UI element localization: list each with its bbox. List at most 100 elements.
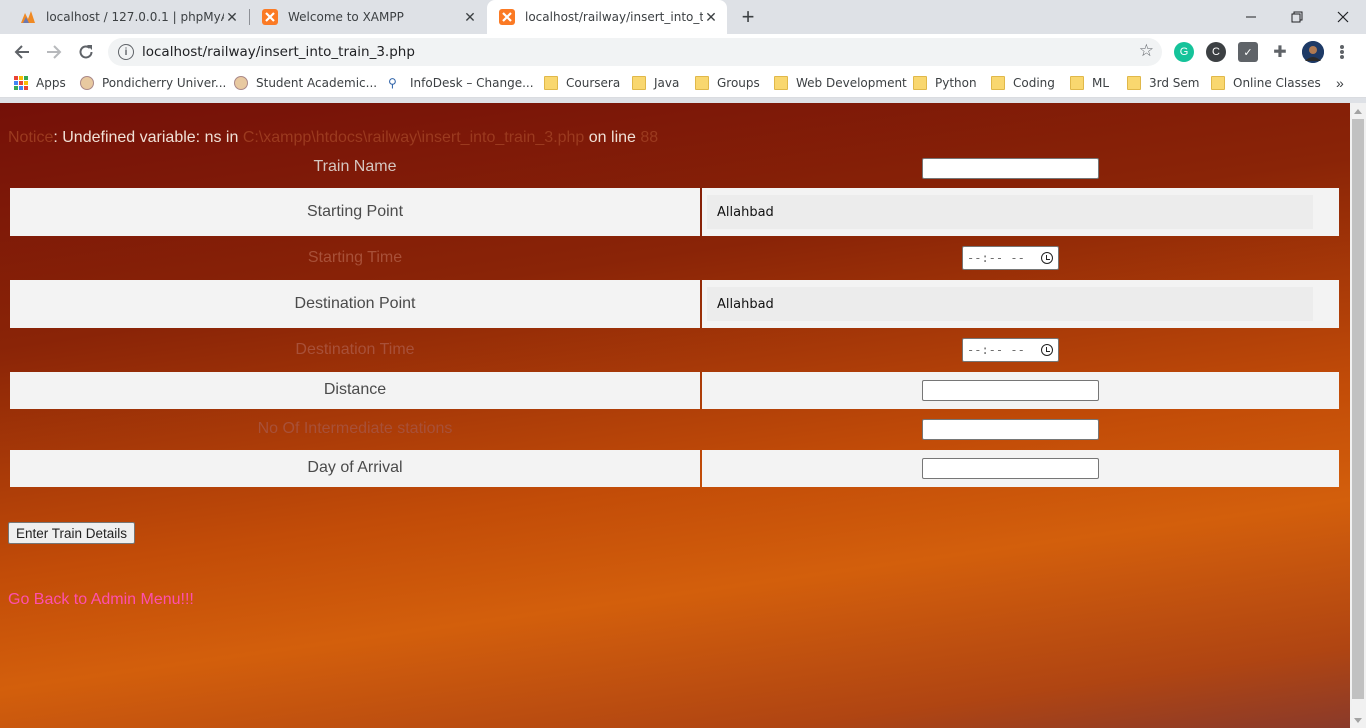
- bookmark-label: Pondicherry Univer...: [102, 76, 227, 90]
- form-row-starting-time: Starting Time: [10, 239, 1339, 279]
- tab-xampp[interactable]: Welcome to XAMPP ✕: [250, 0, 486, 34]
- bookmark-apps[interactable]: Apps: [14, 76, 66, 90]
- site-info-icon[interactable]: i: [118, 44, 134, 60]
- window-close-icon[interactable]: [1320, 0, 1366, 34]
- intermediate-stations-input[interactable]: [922, 419, 1099, 440]
- folder-icon: [1070, 76, 1084, 90]
- bookmark-label: Apps: [36, 76, 66, 90]
- bookmark-label: Online Classes: [1233, 76, 1321, 90]
- bookmark-label: InfoDesk – Change...: [410, 76, 534, 90]
- time-placeholder: --:-- --: [967, 343, 1025, 357]
- day-of-arrival-label: Day of Arrival: [307, 459, 403, 476]
- restore-icon[interactable]: [1274, 0, 1320, 34]
- folder-icon: [1211, 76, 1225, 90]
- xampp-icon: [499, 9, 515, 25]
- grammarly-icon[interactable]: G: [1174, 42, 1194, 62]
- tab-insert-train[interactable]: localhost/railway/insert_into_train_3.ph…: [487, 0, 727, 34]
- folder-icon: [774, 76, 788, 90]
- bookmark-folder-python[interactable]: Python: [913, 76, 977, 90]
- clock-icon[interactable]: [1041, 344, 1053, 356]
- tab-title: localhost / 127.0.0.1 | phpMyAdmin: [46, 10, 224, 24]
- bookmark-folder-web-development[interactable]: Web Development: [774, 76, 907, 90]
- bookmark-folder-java[interactable]: Java: [632, 76, 679, 90]
- bookmark-folder-3rd-sem[interactable]: 3rd Sem: [1127, 76, 1199, 90]
- train-name-label: Train Name: [313, 158, 397, 175]
- day-of-arrival-input[interactable]: [922, 458, 1099, 479]
- php-notice: Notice: Undefined variable: ns in C:\xam…: [8, 129, 658, 147]
- shield-icon[interactable]: ✓: [1238, 42, 1258, 62]
- forward-arrow-icon[interactable]: [42, 40, 66, 64]
- back-to-admin-menu-link[interactable]: Go Back to Admin Menu!!!: [8, 591, 194, 609]
- destination-time-label: Destination Time: [295, 341, 415, 358]
- bookmark-label: Python: [935, 76, 977, 90]
- bookmark-folder-ml[interactable]: ML: [1070, 76, 1109, 90]
- extension-c-icon[interactable]: C: [1206, 42, 1226, 62]
- back-arrow-icon[interactable]: [10, 40, 34, 64]
- notice-prefix: Notice: [8, 129, 54, 146]
- form-row-intermediate-stations: No Of Intermediate stations: [10, 411, 1339, 449]
- scroll-down-arrow-icon[interactable]: [1354, 718, 1362, 723]
- notice-line-number: 88: [640, 129, 659, 146]
- train-name-input[interactable]: [922, 158, 1099, 179]
- page-content: Notice: Undefined variable: ns in C:\xam…: [0, 103, 1350, 728]
- more-bookmarks-chevron-icon[interactable]: »: [1336, 75, 1344, 91]
- page-scrollbar[interactable]: [1350, 103, 1366, 728]
- destination-time-input[interactable]: --:-- --: [962, 338, 1059, 362]
- bookmark-folder-coursera[interactable]: Coursera: [544, 76, 620, 90]
- browser-toolbar: i localhost/railway/insert_into_train_3.…: [0, 34, 1366, 70]
- university-logo-icon: [234, 76, 248, 90]
- bookmark-label: Student Academic...: [256, 76, 378, 90]
- close-icon[interactable]: ✕: [224, 9, 240, 25]
- puzzle-extensions-icon[interactable]: ✚: [1270, 42, 1290, 62]
- university-logo-icon: [80, 76, 94, 90]
- bookmark-label: ML: [1092, 76, 1110, 90]
- starting-point-label: Starting Point: [306, 203, 404, 220]
- url-text: localhost/railway/insert_into_train_3.ph…: [142, 44, 415, 60]
- browser-tab-strip: localhost / 127.0.0.1 | phpMyAdmin ✕ Wel…: [0, 0, 1366, 34]
- starting-time-input[interactable]: --:-- --: [962, 246, 1059, 270]
- bookmark-folder-coding[interactable]: Coding: [991, 76, 1055, 90]
- starting-point-select[interactable]: Allahbad: [707, 195, 1313, 229]
- form-row-train-name: Train Name: [10, 153, 1339, 181]
- distance-input[interactable]: [922, 380, 1099, 401]
- reload-icon[interactable]: [74, 40, 98, 64]
- bookmark-label: Groups: [717, 76, 760, 90]
- bookmark-label: Coursera: [566, 76, 621, 90]
- notice-on-line: on line: [584, 129, 641, 146]
- phpmyadmin-icon: [20, 9, 36, 25]
- bookmark-label: Java: [654, 76, 680, 90]
- address-bar[interactable]: i localhost/railway/insert_into_train_3.…: [108, 38, 1162, 66]
- bookmark-student-academic[interactable]: Student Academic...: [234, 76, 377, 90]
- bookmark-label: 3rd Sem: [1149, 76, 1200, 90]
- bookmark-pondicherry[interactable]: Pondicherry Univer...: [80, 76, 226, 90]
- tab-title: localhost/railway/insert_into_train_3.ph…: [525, 10, 703, 24]
- avatar[interactable]: [1302, 41, 1324, 63]
- tab-phpmyadmin[interactable]: localhost / 127.0.0.1 | phpMyAdmin ✕: [8, 0, 248, 34]
- bookmark-folder-groups[interactable]: Groups: [695, 76, 760, 90]
- clock-icon[interactable]: [1041, 252, 1053, 264]
- form-row-destination-time: Destination Time: [10, 331, 1339, 371]
- scrollbar-thumb[interactable]: [1352, 119, 1364, 699]
- bookmark-infodesk[interactable]: ⚲ InfoDesk – Change...: [388, 76, 534, 90]
- close-icon[interactable]: ✕: [462, 9, 478, 25]
- bookmark-folder-online-classes[interactable]: Online Classes: [1211, 76, 1321, 90]
- enter-train-details-button[interactable]: Enter Train Details: [8, 522, 136, 544]
- folder-icon: [1127, 76, 1141, 90]
- bookmark-label: Coding: [1013, 76, 1055, 90]
- minimize-icon[interactable]: [1228, 0, 1274, 34]
- notice-message: : Undefined variable: ns in: [53, 129, 243, 146]
- xampp-icon: [262, 9, 278, 25]
- bookmark-star-icon[interactable]: ☆: [1139, 41, 1154, 61]
- scroll-up-arrow-icon[interactable]: [1354, 109, 1362, 114]
- bookmarks-bar: Apps Pondicherry Univer... Student Acade…: [0, 70, 1366, 98]
- notice-path: C:\xampp\htdocs\railway\insert_into_trai…: [242, 129, 585, 146]
- folder-icon: [991, 76, 1005, 90]
- kebab-menu-icon[interactable]: [1334, 42, 1350, 62]
- destination-point-select[interactable]: Allahbad: [707, 287, 1313, 321]
- intermediate-stations-label: No Of Intermediate stations: [257, 420, 453, 437]
- close-icon[interactable]: ✕: [703, 9, 719, 25]
- folder-icon: [632, 76, 646, 90]
- destination-point-label: Destination Point: [294, 295, 416, 312]
- new-tab-icon[interactable]: +: [736, 4, 760, 29]
- folder-icon: [695, 76, 709, 90]
